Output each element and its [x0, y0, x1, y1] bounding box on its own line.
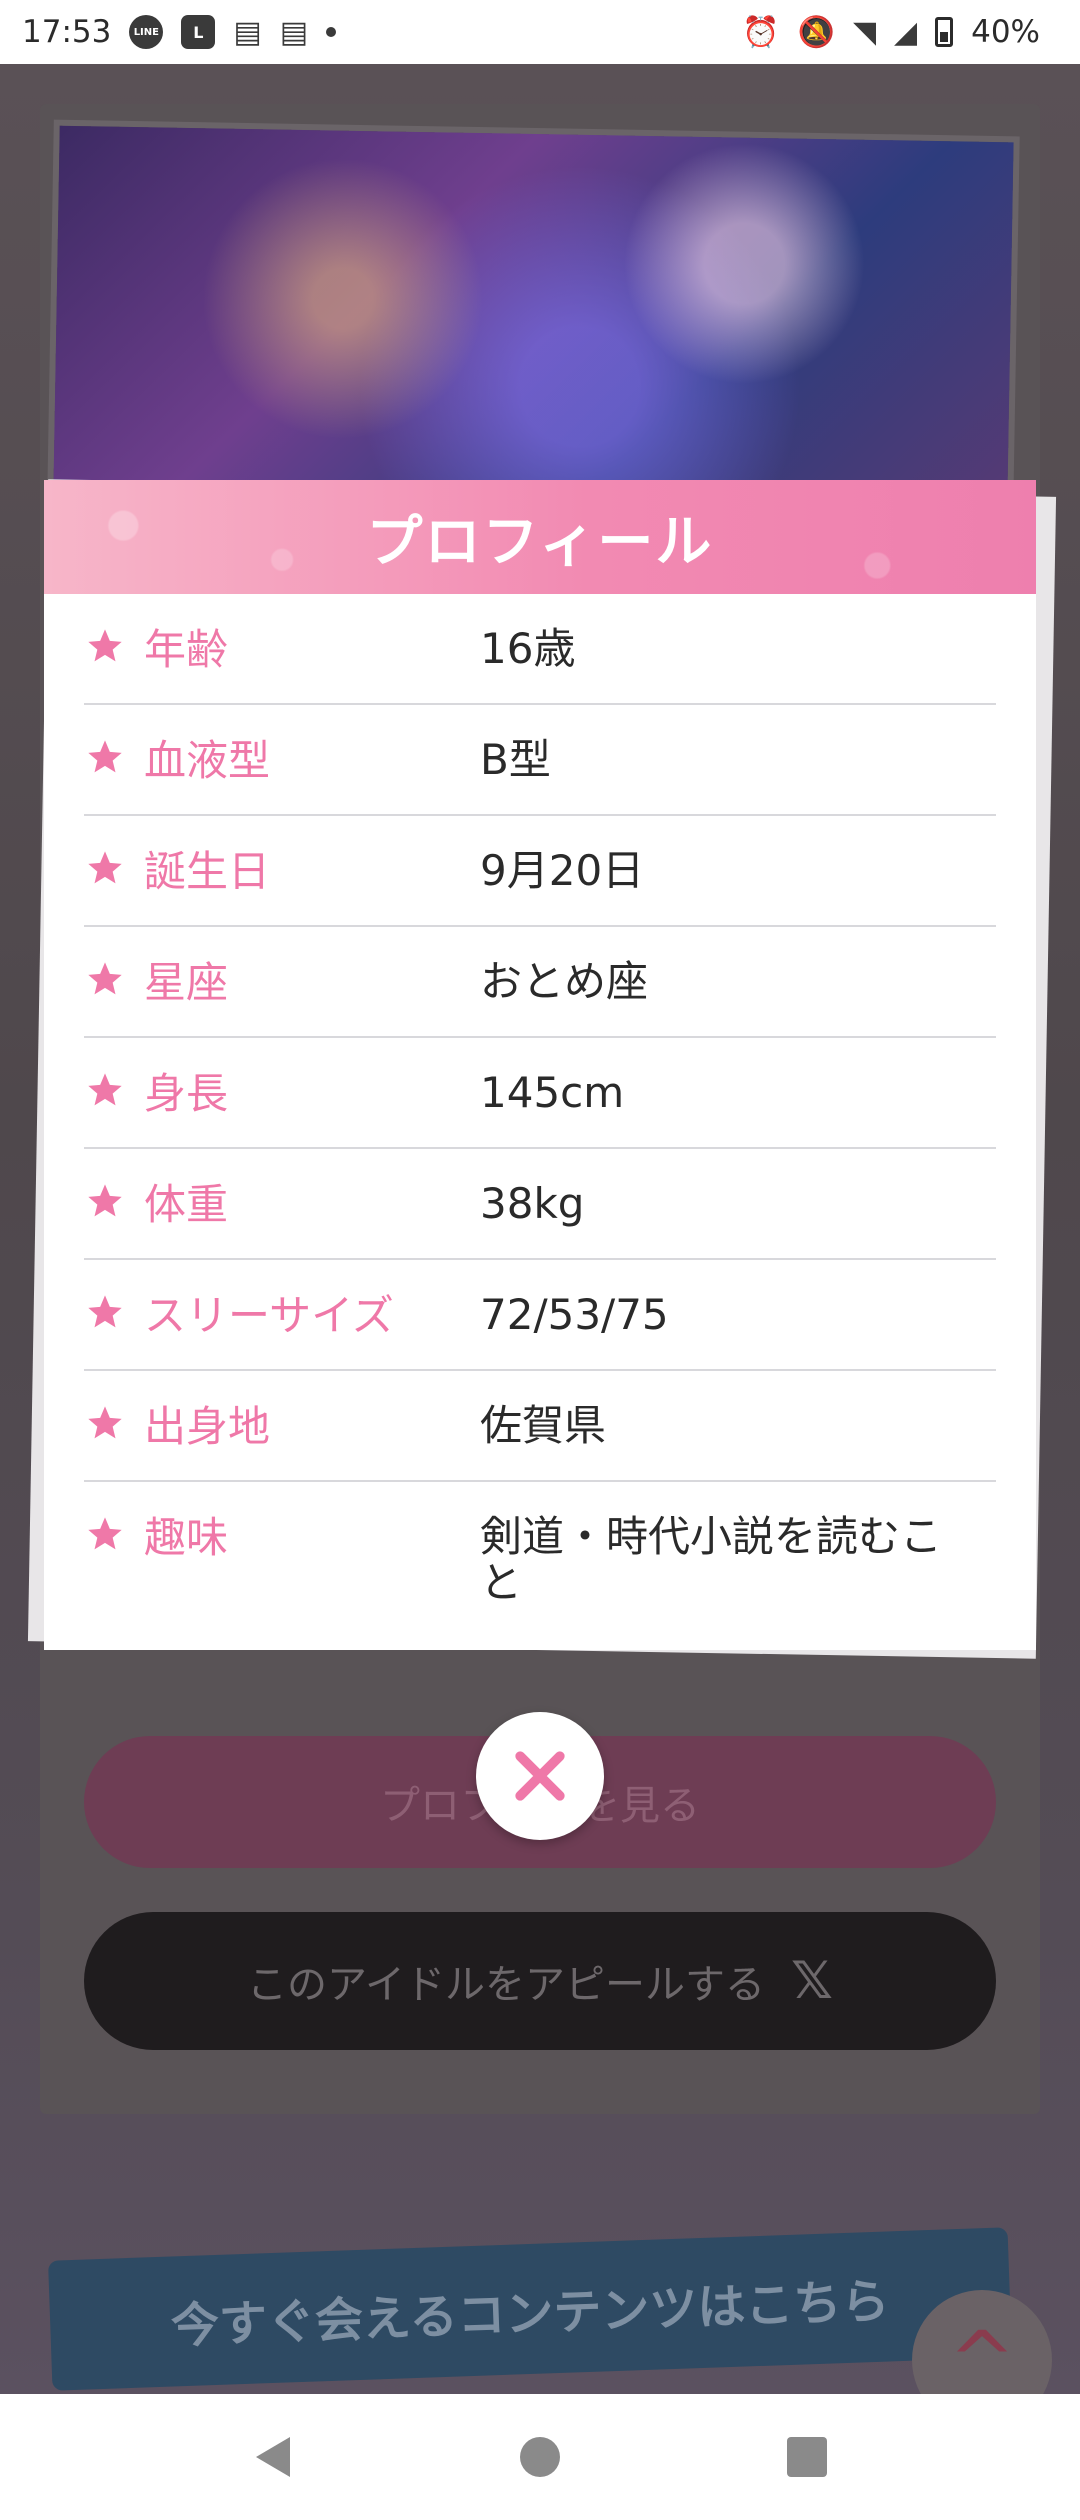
- profile-row-birthday: 誕生日 9月20日: [84, 816, 996, 927]
- profile-label: 出身地: [144, 1402, 271, 1451]
- profile-value: 佐賀県: [480, 1401, 607, 1450]
- profile-row-blood-type: 血液型 B型: [84, 705, 996, 816]
- star-icon: [84, 1070, 126, 1110]
- status-bar-left: 17:53 LINE L ▤ ▤: [22, 14, 337, 50]
- wifi-icon: ◥: [852, 14, 877, 50]
- star-icon: [84, 1514, 126, 1554]
- profile-row-height: 身長 145cm: [84, 1038, 996, 1149]
- profile-value: 16歳: [480, 624, 576, 673]
- profile-value: B型: [480, 735, 551, 784]
- line-app-icon: LINE: [129, 15, 164, 49]
- star-icon: [84, 737, 126, 777]
- profile-value: おとめ座: [480, 957, 649, 1006]
- back-icon: [256, 2437, 291, 2477]
- nav-back-button[interactable]: [233, 2417, 313, 2497]
- system-nav-bar: [0, 2394, 1080, 2520]
- profile-row-three-sizes: スリーサイズ 72/53/75: [84, 1260, 996, 1371]
- recent-apps-icon: [786, 2437, 827, 2477]
- appeal-idol-label: このアイドルをアピールする: [247, 1962, 766, 2008]
- notifications-off-icon: 🔕: [797, 14, 835, 50]
- battery-level: 40%: [971, 14, 1040, 50]
- star-icon: [84, 1403, 126, 1443]
- close-icon: [515, 1751, 565, 1801]
- signal-icon: ◢: [894, 14, 918, 50]
- close-modal-button[interactable]: [476, 1712, 604, 1840]
- status-bar: 17:53 LINE L ▤ ▤ ⏰ 🔕 ◥ ◢ 40%: [0, 0, 1080, 64]
- dot-icon: [326, 27, 337, 37]
- profile-value: 剣道・時代小説を読むこと: [480, 1512, 943, 1607]
- news-app-icon: ▤: [279, 14, 309, 50]
- star-icon: [84, 1181, 126, 1221]
- profile-row-age: 年齢 16歳: [84, 594, 996, 705]
- contents-banner-text: 今すぐ会えるコンテンツはこちら: [170, 2273, 891, 2355]
- profile-row-hometown: 出身地 佐賀県: [84, 1371, 996, 1482]
- profile-label: 血液型: [144, 736, 271, 785]
- profile-value: 38kg: [480, 1179, 585, 1228]
- star-icon: [84, 626, 126, 666]
- profile-list: 年齢 16歳 血液型 B型 誕生日 9月20日 星座 おとめ座 身長 145cm…: [44, 594, 1036, 1632]
- profile-label: 誕生日: [144, 847, 271, 896]
- profile-label: 身長: [144, 1069, 229, 1118]
- appeal-idol-button: このアイドルをアピールする 𝕏: [84, 1912, 996, 2050]
- status-time: 17:53: [22, 14, 112, 50]
- profile-row-hobby: 趣味 剣道・時代小説を読むこと: [84, 1482, 996, 1632]
- profile-modal: プロフィール 年齢 16歳 血液型 B型 誕生日 9月20日 星座 おとめ座 身…: [44, 480, 1036, 1650]
- profile-label: 趣味: [144, 1513, 229, 1562]
- l-app-icon: L: [181, 15, 216, 49]
- profile-value: 72/53/75: [480, 1290, 669, 1339]
- contents-banner: 今すぐ会えるコンテンツはこちら: [48, 2227, 1012, 2391]
- status-bar-right: ⏰ 🔕 ◥ ◢ 40%: [742, 14, 1040, 50]
- profile-label: 年齢: [144, 625, 229, 674]
- profile-value: 145cm: [480, 1068, 625, 1117]
- profile-label: 体重: [144, 1180, 229, 1229]
- profile-modal-title: プロフィール: [366, 509, 714, 575]
- star-icon: [84, 1292, 126, 1332]
- star-icon: [84, 959, 126, 999]
- nav-recent-apps-button[interactable]: [767, 2417, 847, 2497]
- x-logo-icon: 𝕏: [791, 1951, 833, 2011]
- nav-home-button[interactable]: [500, 2417, 580, 2497]
- profile-row-zodiac: 星座 おとめ座: [84, 927, 996, 1038]
- alarm-icon: ⏰: [742, 14, 780, 50]
- profile-label: スリーサイズ: [144, 1291, 394, 1340]
- home-icon: [519, 2437, 560, 2477]
- star-icon: [84, 848, 126, 888]
- news-app-icon: ▤: [233, 14, 262, 50]
- profile-modal-header: プロフィール: [44, 480, 1036, 594]
- profile-value: 9月20日: [480, 846, 645, 895]
- profile-row-weight: 体重 38kg: [84, 1149, 996, 1260]
- battery-icon: [935, 17, 954, 47]
- profile-label: 星座: [144, 958, 229, 1007]
